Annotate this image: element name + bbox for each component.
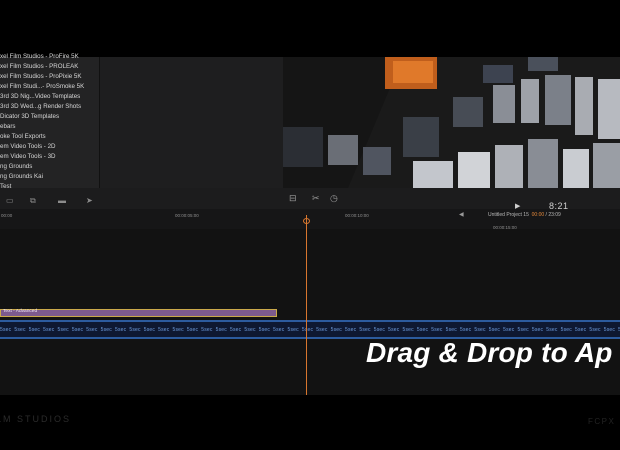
filmstrip-label: 5sec [258, 327, 271, 333]
studio-watermark-right: FCPX [588, 417, 616, 426]
storyline-filmstrip: 5sec 5sec 5sec 5sec 5sec 5sec 5sec 5sec 5sec 5sec… [0, 327, 620, 333]
library-item[interactable]: ng Grounds Kai [0, 172, 99, 182]
viewer-panel [283, 57, 620, 200]
title-clip[interactable]: Text - Advanced [0, 309, 277, 317]
filmstrip-label: 5sec [301, 327, 314, 333]
filmstrip-label: 5sec [474, 327, 486, 333]
filmstrip-label: 5sec [531, 327, 544, 333]
filmstrip-label: 5sec [575, 327, 587, 333]
project-name: Untitled Project 15 [488, 212, 529, 218]
filmstrip-label: 5sec [143, 327, 156, 333]
filmstrip-label: 5sec [71, 327, 84, 333]
filmstrip-label: 5sec [129, 327, 141, 333]
filmstrip-label: 5sec [158, 327, 170, 333]
filmstrip-label: 5sec [287, 327, 299, 333]
filmstrip-label: 5sec [273, 327, 285, 333]
library-item[interactable]: xel Film Studi...- ProSmoke 5K [0, 82, 99, 92]
filmstrip-label: 5sec [201, 327, 213, 333]
filmstrip-label: 5sec [388, 327, 400, 333]
filmstrip-label: 5sec [330, 327, 342, 333]
browser-panel: xel Film Studios - ProFire 5K xel Film St… [0, 53, 283, 192]
panel-divider[interactable] [99, 57, 100, 192]
filmstrip-label: 5sec [416, 327, 429, 333]
overlay-caption: Drag & Drop to Ap [366, 337, 613, 368]
library-item[interactable]: xel Film Studios - ProFire 5K [0, 52, 99, 62]
library-item[interactable]: em Video Tools - 2D [0, 142, 99, 152]
project-info: Untitled Project 15 00:00 / 23:09 [488, 212, 561, 218]
filmstrip-label: 5sec [14, 327, 26, 333]
clip-connect-icon[interactable]: ⧉ [30, 196, 36, 206]
playhead-handle[interactable] [303, 218, 310, 224]
ruler-tick: 00:00:10:00 [345, 213, 369, 218]
filmstrip-label: 5sec [100, 327, 112, 333]
history-back-icon[interactable]: ◀ [459, 211, 464, 218]
library-list: xel Film Studios - ProFire 5K xel Film St… [0, 53, 99, 192]
filmstrip-label: 5sec [603, 327, 616, 333]
filmstrip-label: 5sec [589, 327, 601, 333]
filmstrip-label: 5sec [186, 327, 199, 333]
filmstrip-label: 5sec [43, 327, 55, 333]
filmstrip-label: 5sec [28, 327, 41, 333]
viewer-toolbar [0, 188, 620, 210]
library-item[interactable]: oke Tool Exports [0, 132, 99, 142]
ruler-tick: 00:00 [1, 213, 13, 218]
project-duration: / 23:09 [545, 212, 561, 218]
studio-watermark: LM STUDIOS [0, 414, 72, 424]
library-item[interactable]: ebars [0, 122, 99, 132]
filmstrip-label: 5sec [230, 327, 242, 333]
filmstrip-label: 5sec [0, 327, 12, 333]
ruler-tick: 00:00:05:00 [175, 213, 199, 218]
filmstrip-label: 5sec [57, 327, 69, 333]
viewer-frame-aerial-city [283, 57, 620, 200]
letterbox-bottom [0, 395, 620, 450]
filmstrip-label: 5sec [546, 327, 558, 333]
playhead[interactable] [306, 215, 307, 395]
filmstrip-label: 5sec [402, 327, 414, 333]
filmstrip-label: 5sec [460, 327, 472, 333]
filmstrip-label: 5sec [517, 327, 529, 333]
filmstrip-label: 5sec [488, 327, 501, 333]
library-item[interactable]: Dicator 3D Templates [0, 112, 99, 122]
filmstrip-label: 5sec [115, 327, 127, 333]
filmstrip-label: 5sec [345, 327, 357, 333]
filmstrip-label: 5sec [560, 327, 572, 333]
effects-icon[interactable]: ✂ [312, 193, 320, 204]
library-item[interactable]: em Video Tools - 3D [0, 152, 99, 162]
filmstrip-label: 5sec [86, 327, 98, 333]
project-time: 00:00 [531, 212, 545, 218]
filmstrip-label: 5sec [359, 327, 371, 333]
library-item[interactable]: xel Film Studios - ProPixie 5K [0, 72, 99, 82]
library-item[interactable]: xel Film Studios - PROLEAK [0, 62, 99, 72]
filmstrip-label: 5sec [445, 327, 457, 333]
filmstrip-label: 5sec [244, 327, 256, 333]
filmstrip-label: 5sec [431, 327, 443, 333]
title-clip-label: Text - Advanced [3, 309, 38, 314]
letterbox-top [0, 0, 620, 57]
filmstrip-label: 5sec [316, 327, 328, 333]
speed-icon[interactable]: ◷ [330, 193, 338, 204]
library-item[interactable]: 3rd 3D Wed...g Render Shots [0, 102, 99, 112]
filmstrip-label: 5sec [373, 327, 386, 333]
index-icon[interactable]: ▭ [6, 196, 14, 205]
filmstrip-label: 5sec [503, 327, 515, 333]
filmstrip-label: 5sec [215, 327, 227, 333]
select-tool-icon[interactable]: ➤ [86, 196, 93, 205]
transform-icon[interactable]: ⊟ [289, 193, 297, 204]
filmstrip-label: 5sec [172, 327, 184, 333]
append-icon[interactable]: ▬ [58, 196, 66, 205]
library-item[interactable]: ng Grounds [0, 162, 99, 172]
library-item[interactable]: 3rd 3D Nig...Video Templates [0, 92, 99, 102]
